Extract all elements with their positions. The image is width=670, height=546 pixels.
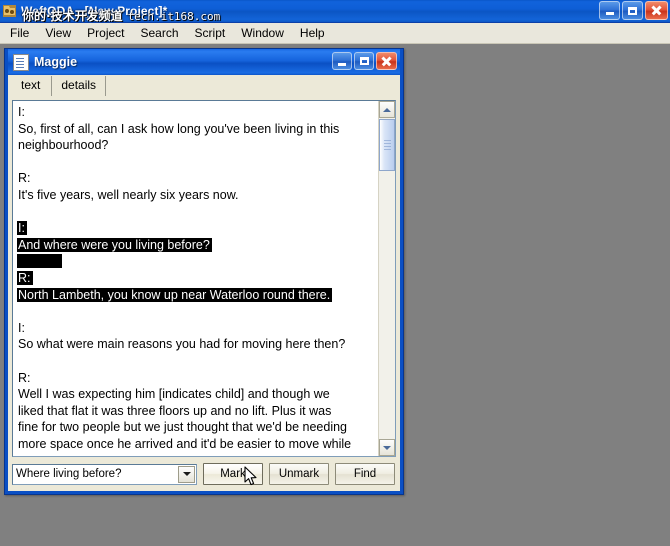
- transcript-line: [18, 353, 374, 370]
- transcript-line-text: I:: [18, 105, 25, 119]
- maximize-icon: [628, 6, 637, 15]
- transcript-line: liked that flat it was three floors up a…: [18, 403, 374, 420]
- close-icon: [381, 56, 392, 67]
- code-select[interactable]: Where living before?: [12, 463, 197, 485]
- code-select-dropdown-button[interactable]: [178, 465, 195, 483]
- transcript-line: more space once he arrived and it'd be e…: [18, 436, 374, 453]
- transcript-line: [18, 204, 374, 221]
- app-title: WeftQDA - [New Project]*: [21, 4, 168, 18]
- menu-item-search[interactable]: Search: [133, 24, 187, 43]
- minimize-icon: [605, 12, 614, 15]
- document-close-button[interactable]: [376, 52, 397, 70]
- transcript-line: [18, 253, 374, 270]
- tab-text[interactable]: text: [12, 76, 50, 96]
- transcript-line-text: Well I was expecting him [indicates chil…: [18, 387, 330, 402]
- transcript-line: [18, 154, 374, 171]
- scrollbar-thumb[interactable]: [379, 119, 395, 171]
- app-maximize-button[interactable]: [622, 1, 643, 20]
- document-icon: [13, 53, 29, 71]
- transcript-line-text: liked that flat it was three floors up a…: [18, 403, 332, 418]
- unmark-button[interactable]: Unmark: [269, 463, 329, 485]
- menu-item-view[interactable]: View: [37, 24, 79, 43]
- transcript-line-text: I:: [18, 221, 25, 236]
- mark-button[interactable]: Mark: [203, 463, 263, 485]
- mdi-client-area: Maggie text details I: So, first of all, …: [0, 44, 670, 546]
- transcript-line: R:: [18, 270, 374, 287]
- scroll-up-button[interactable]: [379, 101, 395, 118]
- menu-item-script[interactable]: Script: [187, 24, 234, 43]
- transcript-line: It's five years, well nearly six years n…: [18, 187, 374, 204]
- transcript-line-text: more space once he arrived and it'd be e…: [18, 436, 352, 451]
- transcript-line: North Lambeth, you know up near Waterloo…: [18, 287, 374, 304]
- maximize-icon: [359, 57, 369, 65]
- menu-item-help[interactable]: Help: [292, 24, 333, 43]
- transcript-line-text: fine for two people but we just thought …: [18, 420, 348, 435]
- transcript-line-text: North Lambeth, you know up near Waterloo…: [18, 287, 331, 302]
- document-minimize-button[interactable]: [332, 52, 352, 70]
- chevron-up-icon: [383, 107, 391, 112]
- menu-bar: File View Project Search Script Window H…: [0, 23, 670, 44]
- transcript-line-text: R:: [18, 270, 31, 285]
- transcript-line-text: So what were main reasons you had for mo…: [18, 337, 346, 352]
- transcript-line: neighbourhood?: [18, 137, 374, 154]
- app-window-controls: [599, 1, 668, 20]
- app-minimize-button[interactable]: [599, 1, 620, 20]
- transcript-line: fine for two people but we just thought …: [18, 419, 374, 436]
- application-window: WeftQDA - [New Project]* 你的·技术开发频道 tech.…: [0, 0, 670, 44]
- menu-item-window[interactable]: Window: [233, 24, 292, 43]
- transcript-line: So, first of all, can I ask how long you…: [18, 121, 374, 138]
- tab-strip: text details: [8, 75, 400, 97]
- chevron-down-icon: [182, 472, 191, 476]
- find-button[interactable]: Find: [335, 463, 395, 485]
- document-window-controls: [332, 52, 397, 70]
- close-icon: [651, 5, 662, 16]
- document-content-panel: I: So, first of all, can I ask how long y…: [8, 97, 400, 491]
- transcript-line-text: neighbourhood?: [18, 138, 109, 153]
- code-select-value: Where living before?: [16, 468, 122, 480]
- vertical-scrollbar[interactable]: [378, 101, 395, 456]
- transcript-line-text: [18, 254, 60, 269]
- transcript-area: I: So, first of all, can I ask how long y…: [12, 100, 396, 457]
- transcript-line: Well I was expecting him [indicates chil…: [18, 386, 374, 403]
- transcript-line: I:: [18, 104, 374, 121]
- transcript-line: [18, 303, 374, 320]
- marking-toolbar: Where living before? Mark Unmark Find: [12, 461, 396, 487]
- transcript-line-text: It's five years, well nearly six years n…: [18, 187, 239, 202]
- transcript-line-text: R:: [18, 370, 31, 385]
- app-close-button[interactable]: [645, 1, 668, 20]
- tab-details[interactable]: details: [51, 76, 107, 96]
- menu-item-file[interactable]: File: [2, 24, 37, 43]
- minimize-icon: [338, 62, 346, 66]
- transcript-line: R:: [18, 370, 374, 387]
- menu-item-project[interactable]: Project: [79, 24, 132, 43]
- document-window-title: Maggie: [34, 55, 78, 69]
- transcript-line-text: I:: [18, 320, 25, 335]
- transcript-line: I:: [18, 220, 374, 237]
- transcript-line: I:: [18, 320, 374, 337]
- app-titlebar[interactable]: WeftQDA - [New Project]* 你的·技术开发频道 tech.…: [0, 0, 670, 23]
- document-maximize-button[interactable]: [354, 52, 374, 70]
- transcript-line-text: R:: [18, 171, 31, 186]
- document-window-titlebar[interactable]: Maggie: [8, 49, 400, 75]
- transcript-line: And where were you living before?: [18, 237, 374, 254]
- transcript-line: So what were main reasons you had for mo…: [18, 336, 374, 353]
- document-window-maggie: Maggie text details I: So, first of all, …: [4, 48, 404, 495]
- transcript-text[interactable]: I: So, first of all, can I ask how long y…: [13, 101, 378, 456]
- transcript-line-text: And where were you living before?: [18, 237, 210, 252]
- app-icon: [2, 3, 18, 19]
- chevron-down-icon: [383, 445, 391, 450]
- transcript-line: R:: [18, 170, 374, 187]
- transcript-line-text: So, first of all, can I ask how long you…: [18, 121, 340, 136]
- scroll-down-button[interactable]: [379, 439, 395, 456]
